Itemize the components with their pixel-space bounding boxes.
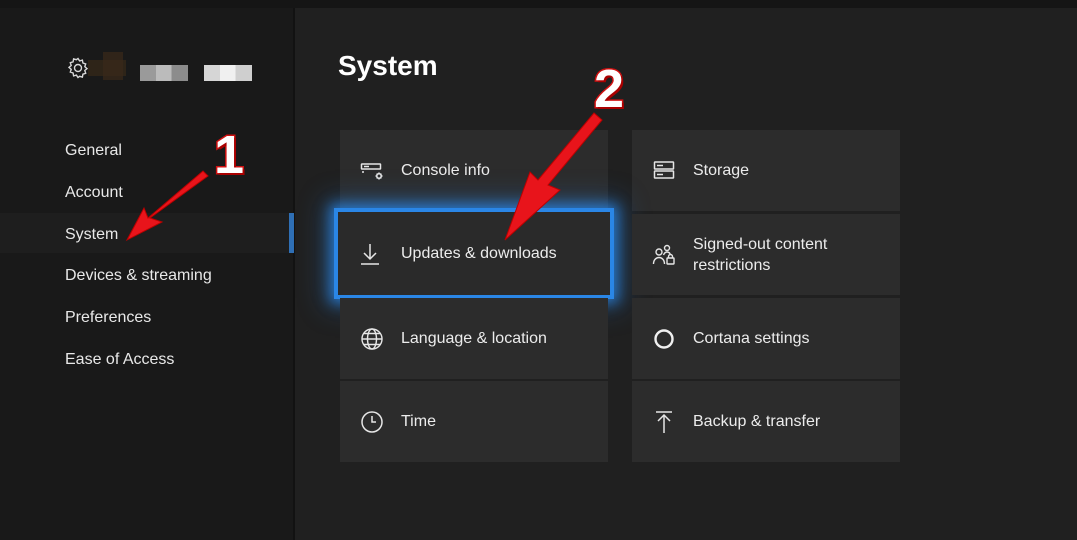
profile-row bbox=[66, 54, 90, 82]
top-bar bbox=[0, 0, 1077, 8]
sidebar-item-system[interactable]: System bbox=[65, 220, 285, 250]
tile-storage[interactable]: Storage bbox=[632, 130, 900, 211]
tile-language-location[interactable]: Language & location bbox=[340, 298, 608, 379]
tile-label: Storage bbox=[693, 162, 750, 179]
sidebar-item-devices-streaming[interactable]: Devices & streaming bbox=[65, 261, 285, 291]
tile-cortana-settings[interactable]: Cortana settings bbox=[632, 298, 900, 379]
tile-console-info[interactable]: Console info bbox=[340, 130, 608, 211]
cortana-circle-icon bbox=[654, 328, 674, 349]
globe-icon bbox=[361, 327, 383, 350]
tile-label: Time bbox=[401, 413, 436, 430]
tile-label: Console info bbox=[401, 162, 490, 179]
storage-icon bbox=[653, 160, 675, 179]
console-info-icon bbox=[360, 162, 383, 179]
sidebar-item-general[interactable]: General bbox=[65, 136, 285, 166]
download-icon bbox=[361, 243, 379, 265]
tile-label: Language & location bbox=[401, 330, 547, 347]
tile-label: Signed-out content restrictions bbox=[693, 235, 828, 274]
page-title: System bbox=[338, 50, 438, 81]
tile-signed-out-content[interactable]: Signed-out content restrictions bbox=[632, 214, 900, 295]
tile-backup-transfer[interactable]: Backup & transfer bbox=[632, 381, 900, 462]
tile-updates-downloads[interactable]: Updates & downloads bbox=[334, 208, 614, 299]
clock-icon bbox=[361, 410, 383, 433]
tile-label: Backup & transfer bbox=[693, 413, 821, 430]
upload-icon bbox=[656, 410, 672, 433]
annotation-number-1: 1 bbox=[212, 124, 245, 187]
gear-icon bbox=[67, 57, 89, 79]
avatar-blurred-part bbox=[103, 52, 123, 80]
annotation-number-2: 2 bbox=[592, 58, 625, 121]
gamertag-blurred-2 bbox=[204, 65, 252, 81]
people-lock-icon bbox=[652, 244, 675, 265]
tile-label: Updates & downloads bbox=[401, 245, 557, 262]
sidebar-item-ease-of-access[interactable]: Ease of Access bbox=[65, 345, 285, 375]
sidebar-divider bbox=[293, 8, 295, 540]
gamertag-blurred bbox=[140, 65, 188, 81]
tile-label: Cortana settings bbox=[693, 330, 810, 347]
tile-time[interactable]: Time bbox=[340, 381, 608, 462]
sidebar-item-account[interactable]: Account bbox=[65, 178, 285, 208]
sidebar-item-preferences[interactable]: Preferences bbox=[65, 303, 285, 333]
sidebar-selection-indicator bbox=[289, 213, 294, 253]
